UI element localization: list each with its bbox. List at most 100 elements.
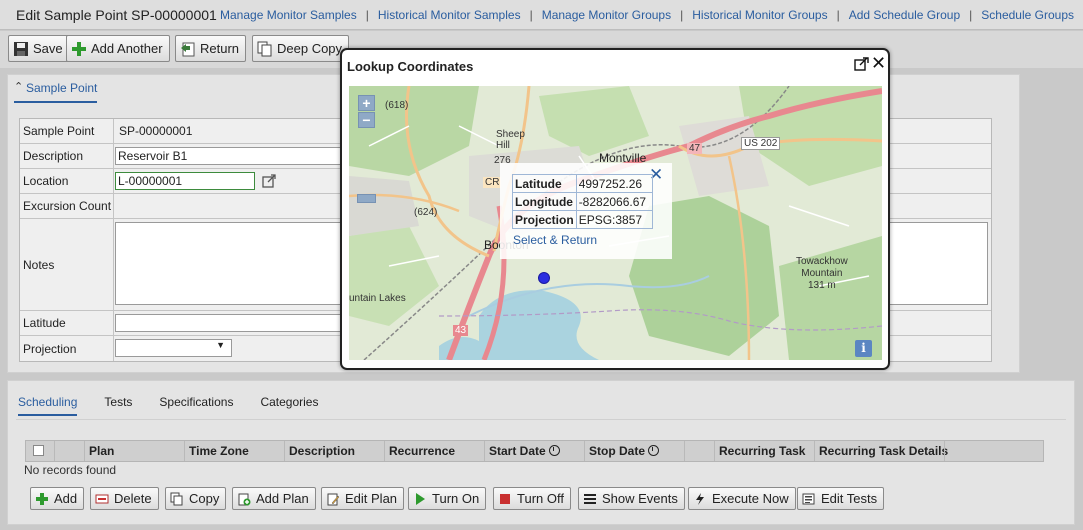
stop-icon: [498, 492, 512, 506]
link-separator: |: [969, 8, 973, 22]
column-time-zone[interactable]: Time Zone: [184, 441, 284, 461]
map-label-route-624: (624): [414, 207, 438, 218]
column-stop-date[interactable]: Stop Date: [584, 441, 684, 461]
tab-specifications[interactable]: Specifications: [159, 395, 233, 414]
popout-icon[interactable]: [854, 57, 869, 71]
select-all-checkbox[interactable]: [33, 445, 44, 456]
edit-tests-label: Edit Tests: [821, 491, 878, 506]
grid-spacer-column: [54, 441, 84, 461]
edit-tests-icon: [802, 492, 816, 506]
header-links: Manage Monitor Samples | Historical Monito…: [220, 8, 1074, 22]
map-label-cr: CR: [483, 177, 502, 188]
link-manage-monitor-groups[interactable]: Manage Monitor Groups: [542, 8, 671, 22]
open-external-icon[interactable]: [262, 174, 276, 188]
turn-on-label: Turn On: [432, 491, 480, 506]
link-historical-monitor-groups[interactable]: Historical Monitor Groups: [692, 8, 827, 22]
grid-spacer-column: [684, 441, 714, 461]
add-button[interactable]: Add: [30, 487, 85, 510]
empty-grid-message: No records found: [24, 463, 117, 477]
tab-scheduling[interactable]: Scheduling: [18, 395, 78, 416]
add-plan-icon: [237, 492, 251, 506]
link-manage-monitor-samples[interactable]: Manage Monitor Samples: [220, 8, 357, 22]
tab-divider: [16, 419, 1066, 420]
longitude-key: Longitude: [512, 192, 577, 211]
longitude-value: -8282066.67: [575, 192, 653, 211]
edit-plan-label: Edit Plan: [345, 491, 398, 506]
execute-now-label: Execute Now: [712, 491, 789, 506]
copy-button[interactable]: Copy: [165, 487, 227, 510]
return-page-icon: [180, 41, 196, 57]
link-historical-monitor-samples[interactable]: Historical Monitor Samples: [378, 8, 521, 22]
save-button[interactable]: Save: [8, 35, 70, 62]
location-field[interactable]: L-00000001: [115, 172, 255, 190]
delete-button[interactable]: Delete: [90, 487, 159, 510]
link-separator: |: [836, 8, 840, 22]
dialog-title: Lookup Coordinates: [347, 59, 474, 74]
delete-label: Delete: [114, 491, 152, 506]
edit-tests-button[interactable]: Edit Tests: [797, 487, 885, 510]
link-separator: |: [529, 8, 533, 22]
zoom-in-button[interactable]: +: [358, 95, 375, 111]
description-field[interactable]: Reservoir B1: [115, 147, 355, 165]
edit-plan-button[interactable]: Edit Plan: [321, 487, 405, 510]
zoom-slider-handle[interactable]: [357, 194, 376, 203]
lightning-icon: [693, 492, 707, 506]
link-schedule-groups[interactable]: Schedule Groups: [981, 8, 1074, 22]
link-add-schedule-group[interactable]: Add Schedule Group: [849, 8, 960, 22]
location-label: Location: [20, 169, 114, 193]
latitude-key: Latitude: [512, 174, 577, 193]
map-label-route-43: 43: [453, 325, 469, 336]
section-sample-point-toggle[interactable]: ⌃ Sample Point: [14, 81, 98, 103]
map-label-mountain-lakes: untain Lakes: [349, 293, 406, 304]
column-start-date[interactable]: Start Date: [484, 441, 584, 461]
plus-icon: [35, 492, 49, 506]
tab-categories[interactable]: Categories: [260, 395, 318, 414]
description-label: Description: [20, 144, 114, 168]
coordinate-popup: ✕ Latitude 4997252.26 Longitude -8282066…: [500, 163, 672, 259]
select-all-cell: [26, 441, 54, 461]
page-title: Edit Sample Point SP-00000001: [16, 7, 217, 23]
latitude-field[interactable]: [115, 314, 355, 332]
turn-on-button[interactable]: Turn On: [408, 487, 487, 510]
deep-copy-button[interactable]: Deep Copy: [252, 35, 350, 62]
tab-tests[interactable]: Tests: [104, 395, 132, 414]
table-row: Projection EPSG:3857: [512, 210, 653, 229]
location-marker[interactable]: [538, 272, 550, 284]
clock-icon: [548, 445, 560, 456]
latitude-label: Latitude: [20, 311, 114, 335]
turn-off-label: Turn Off: [517, 491, 564, 506]
close-icon[interactable]: ✕: [871, 54, 886, 72]
info-button[interactable]: i: [855, 340, 872, 357]
map-view[interactable]: (618) Sheep Hill 276 CR (624) Montville …: [349, 86, 882, 360]
projection-key: Projection: [512, 210, 577, 229]
zoom-out-button[interactable]: −: [358, 112, 375, 128]
column-recurring-task[interactable]: Recurring Task: [714, 441, 814, 461]
play-icon: [413, 492, 427, 506]
section-title: Sample Point: [26, 81, 98, 95]
column-recurrence[interactable]: Recurrence: [384, 441, 484, 461]
column-description[interactable]: Description: [284, 441, 384, 461]
projection-value: EPSG:3857: [575, 210, 653, 229]
turn-off-button[interactable]: Turn Off: [493, 487, 571, 510]
return-button[interactable]: Return: [175, 35, 247, 62]
add-another-button[interactable]: Add Another: [66, 35, 170, 62]
floppy-disk-icon: [13, 41, 29, 57]
column-plan[interactable]: Plan: [84, 441, 184, 461]
bottom-tabs: Scheduling Tests Specifications Categories: [18, 395, 345, 419]
copy-icon: [257, 41, 273, 57]
map-label-towackhow-mountain: Towackhow Mountain 131 m: [796, 256, 848, 291]
execute-now-button[interactable]: Execute Now: [688, 487, 796, 510]
show-events-button[interactable]: Show Events: [578, 487, 685, 510]
table-row: Latitude 4997252.26: [512, 174, 653, 193]
add-plan-button[interactable]: Add Plan: [232, 487, 316, 510]
column-recurring-task-details[interactable]: Recurring Task Details: [814, 441, 948, 461]
add-another-label: Add Another: [91, 41, 163, 56]
projection-label: Projection: [20, 336, 114, 361]
table-row: Longitude -8282066.67: [512, 192, 653, 211]
excursion-count-label: Excursion Count: [20, 194, 114, 218]
projection-select[interactable]: ▼: [115, 339, 232, 357]
sample-point-label: Sample Point: [20, 119, 114, 143]
select-and-return-link[interactable]: Select & Return: [513, 233, 597, 247]
add-plan-label: Add Plan: [256, 491, 309, 506]
return-label: Return: [200, 41, 240, 56]
